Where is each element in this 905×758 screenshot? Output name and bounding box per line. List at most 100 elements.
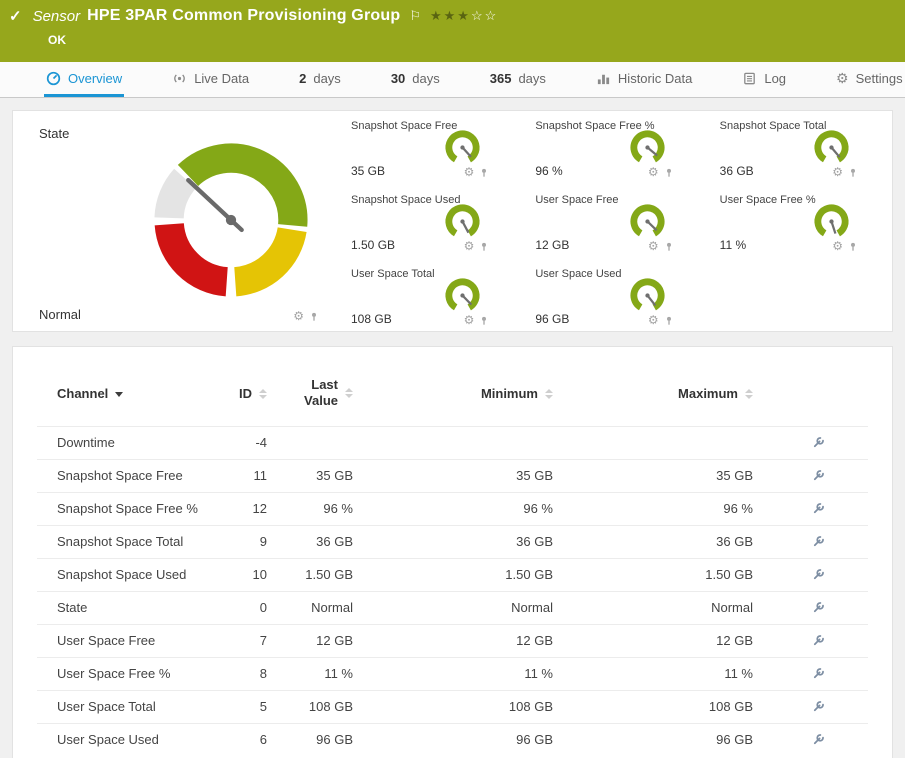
channel-settings-button[interactable] xyxy=(810,433,828,451)
cell-channel[interactable]: Downtime xyxy=(37,425,217,459)
column-header-maximum[interactable]: Maximum xyxy=(553,353,753,426)
cell-channel[interactable]: State xyxy=(37,590,217,624)
gear-icon[interactable]: ⚙ xyxy=(464,240,475,252)
channel-row[interactable]: Downtime -4 xyxy=(37,425,868,459)
cell-id: 7 xyxy=(217,623,267,657)
mini-gauge-title: User Space Total xyxy=(351,268,435,280)
channel-settings-button[interactable] xyxy=(810,466,828,484)
channel-row[interactable]: State 0 Normal Normal Normal xyxy=(37,590,868,624)
gear-icon[interactable]: ⚙ xyxy=(648,314,659,326)
tab-historic-data[interactable]: Historic Data xyxy=(594,62,694,97)
gear-icon[interactable]: ⚙ xyxy=(464,166,475,178)
gear-icon[interactable]: ⚙ xyxy=(832,240,843,252)
channel-row[interactable]: User Space Free % 8 11 % 11 % 11 % xyxy=(37,656,868,690)
channel-row[interactable]: Snapshot Space Free % 12 96 % 96 % 96 % xyxy=(37,491,868,525)
mini-gauge xyxy=(445,204,480,239)
pin-icon[interactable] xyxy=(664,241,674,252)
cell-last-value: 36 GB xyxy=(267,524,353,558)
mini-gauge-footer: 108 GB ⚙ xyxy=(351,312,489,326)
pin-icon[interactable] xyxy=(479,315,489,326)
channel-row[interactable]: Snapshot Space Total 9 36 GB 36 GB 36 GB xyxy=(37,524,868,558)
cell-last-value: 35 GB xyxy=(267,458,353,492)
priority-flag-icon[interactable]: ⚐ xyxy=(409,8,421,24)
mini-gauge-footer: 36 GB ⚙ xyxy=(720,164,858,178)
mini-gauge-grid: Snapshot Space Free 35 GB ⚙ Snapshot Spa… xyxy=(335,111,892,331)
mini-gauge-value: 96 % xyxy=(535,164,563,178)
cell-channel[interactable]: Snapshot Space Used xyxy=(37,557,217,591)
mini-gauge-value: 35 GB xyxy=(351,164,386,178)
channel-row[interactable]: Snapshot Space Free 11 35 GB 35 GB 35 GB xyxy=(37,458,868,492)
star-icon[interactable]: ★ xyxy=(444,8,458,23)
cell-maximum: 96 GB xyxy=(553,722,753,756)
pin-icon[interactable] xyxy=(309,311,319,322)
cell-last-value: Normal xyxy=(267,590,353,624)
cell-minimum: 108 GB xyxy=(353,689,553,723)
tab-365-days[interactable]: 365 days xyxy=(488,62,548,97)
channel-row[interactable]: User Space Used 6 96 GB 96 GB 96 GB xyxy=(37,722,868,756)
star-icon[interactable]: ★ xyxy=(457,8,471,23)
cell-minimum: 36 GB xyxy=(353,524,553,558)
content: State Normal ⚙ Snapshot Space Free 35 GB… xyxy=(0,98,905,758)
channel-settings-button[interactable] xyxy=(810,631,828,649)
mini-gauge-footer: 35 GB ⚙ xyxy=(351,164,489,178)
rating-stars[interactable]: ★★★☆☆ xyxy=(430,8,498,24)
mini-gauge-cell: User Space Total 108 GB ⚙ xyxy=(335,259,519,333)
column-label: Channel xyxy=(57,385,109,401)
pin-icon[interactable] xyxy=(664,315,674,326)
pin-icon[interactable] xyxy=(479,241,489,252)
mini-gauge-cell: Snapshot Space Total 36 GB ⚙ xyxy=(704,111,888,185)
tab-live-data[interactable]: Live Data xyxy=(170,62,251,97)
wrench-icon xyxy=(813,536,824,547)
column-header-last-value[interactable]: Last Value xyxy=(267,353,353,426)
channel-settings-button[interactable] xyxy=(810,697,828,715)
pin-icon[interactable] xyxy=(664,167,674,178)
channel-settings-button[interactable] xyxy=(810,730,828,748)
cell-id: 11 xyxy=(217,458,267,492)
channel-settings-button[interactable] xyxy=(810,532,828,550)
gear-icon[interactable]: ⚙ xyxy=(648,240,659,252)
channel-row[interactable]: User Space Free 7 12 GB 12 GB 12 GB xyxy=(37,623,868,657)
mini-gauge-title: Snapshot Space Total xyxy=(719,120,827,132)
channel-row[interactable]: Snapshot Space Used 10 1.50 GB 1.50 GB 1… xyxy=(37,557,868,591)
channel-row[interactable]: User Space Total 5 108 GB 108 GB 108 GB xyxy=(37,689,868,723)
pin-icon[interactable] xyxy=(848,241,858,252)
sensor-status-row: OK xyxy=(9,25,895,49)
pin-icon[interactable] xyxy=(479,167,489,178)
cell-channel[interactable]: Snapshot Space Free xyxy=(37,458,217,492)
tab-log[interactable]: Log xyxy=(740,62,788,97)
channel-settings-button[interactable] xyxy=(810,664,828,682)
channel-settings-button[interactable] xyxy=(810,598,828,616)
cell-channel[interactable]: User Space Total xyxy=(37,689,217,723)
cell-maximum: 1.50 GB xyxy=(553,557,753,591)
channel-table: Channel ID Last Value Minimum Maximum Do… xyxy=(37,353,868,756)
dropdown-caret-icon xyxy=(115,391,124,397)
star-icon[interactable]: ☆ xyxy=(485,8,499,23)
column-header-channel[interactable]: Channel xyxy=(37,353,217,426)
tab-overview[interactable]: Overview xyxy=(44,62,125,97)
pin-icon[interactable] xyxy=(848,167,858,178)
mini-gauge-value: 108 GB xyxy=(351,312,392,326)
cell-channel[interactable]: Snapshot Space Free % xyxy=(37,491,217,525)
gear-icon[interactable]: ⚙ xyxy=(464,314,475,326)
gear-icon[interactable]: ⚙ xyxy=(293,310,304,322)
cell-maximum: 36 GB xyxy=(553,524,753,558)
gear-icon[interactable]: ⚙ xyxy=(648,166,659,178)
column-label: Maximum xyxy=(678,385,738,401)
tab-settings[interactable]: ⚙ Settings xyxy=(834,62,905,97)
channel-table-panel: Channel ID Last Value Minimum Maximum Do… xyxy=(12,346,893,758)
column-header-minimum[interactable]: Minimum xyxy=(353,353,553,426)
channel-settings-button[interactable] xyxy=(810,499,828,517)
cell-channel[interactable]: User Space Free xyxy=(37,623,217,657)
state-cell-footer: Normal ⚙ xyxy=(39,307,319,322)
star-icon[interactable]: ★ xyxy=(430,8,444,23)
wrench-icon xyxy=(813,437,824,448)
gear-icon[interactable]: ⚙ xyxy=(832,166,843,178)
star-icon[interactable]: ☆ xyxy=(471,8,485,23)
tab-30-days[interactable]: 30 days xyxy=(389,62,442,97)
channel-settings-button[interactable] xyxy=(810,565,828,583)
cell-channel[interactable]: User Space Used xyxy=(37,722,217,756)
cell-channel[interactable]: User Space Free % xyxy=(37,656,217,690)
tab-2-days[interactable]: 2 days xyxy=(297,62,343,97)
cell-channel[interactable]: Snapshot Space Total xyxy=(37,524,217,558)
column-header-id[interactable]: ID xyxy=(217,353,267,426)
